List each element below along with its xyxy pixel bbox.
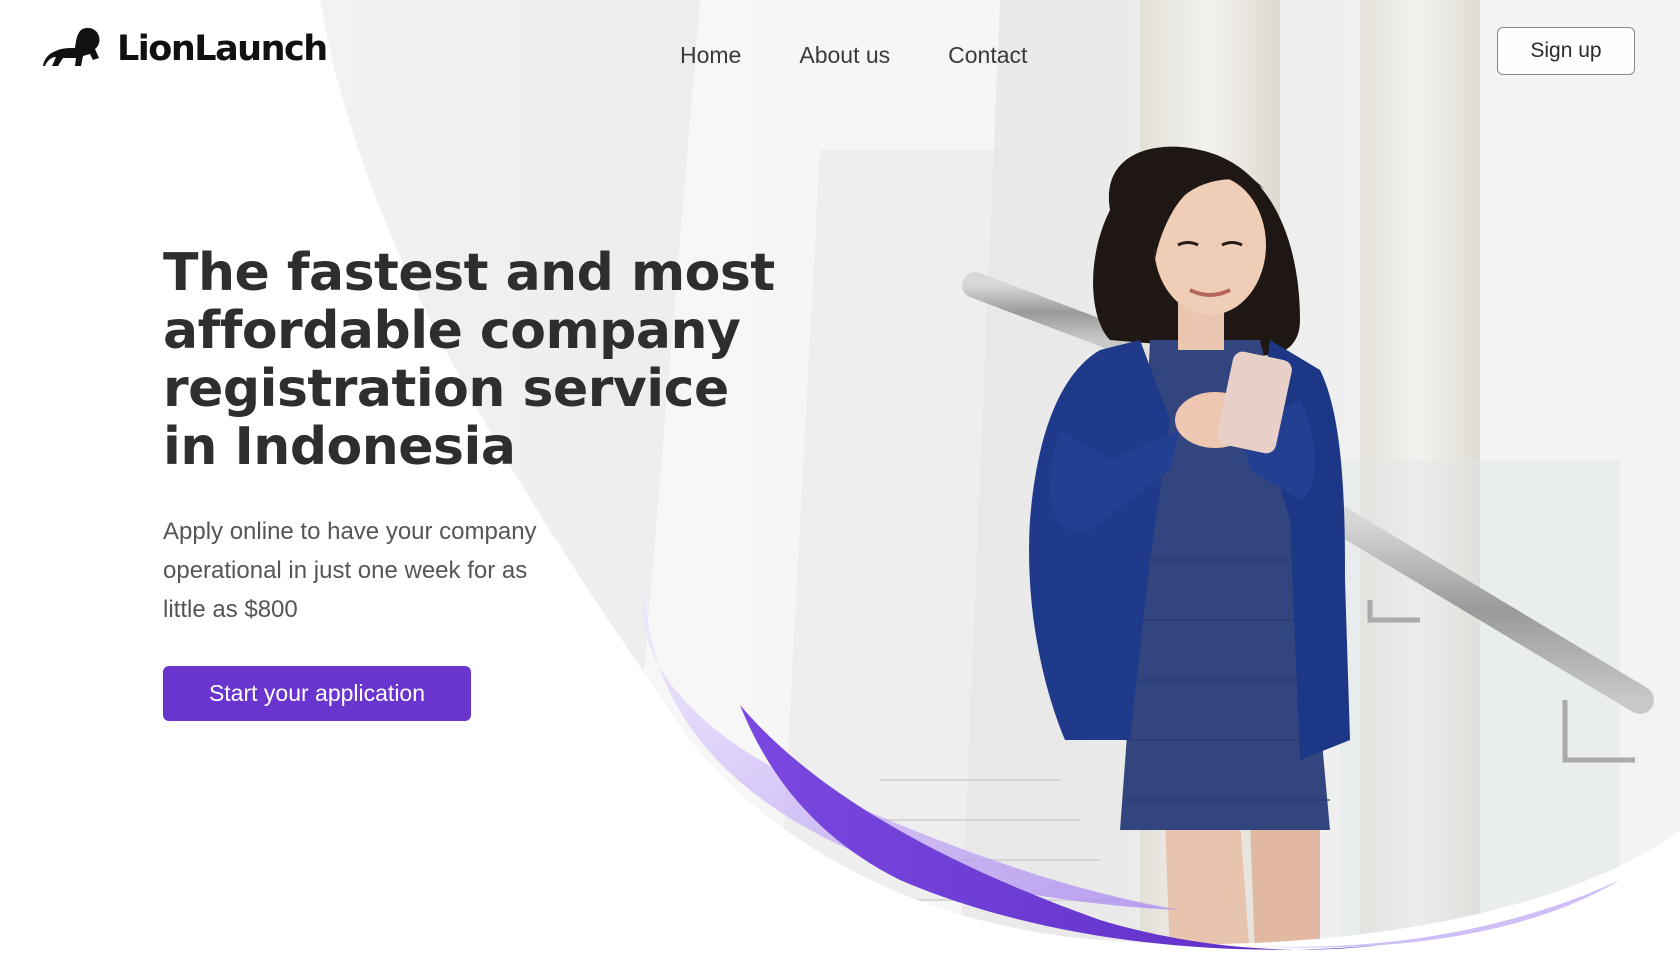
start-application-button[interactable]: Start your application (163, 666, 471, 721)
hero-title-line: registration service (163, 359, 729, 419)
nav-item-contact[interactable]: Contact (948, 40, 1027, 70)
hero-subtitle-line: little as $800 (163, 596, 298, 623)
site-header: LionLaunch Home About us Contact Sign up (0, 0, 1680, 110)
hero-subtitle-line: Apply online to have your company (163, 518, 537, 545)
hero-title: The fastest and most affordable company … (163, 244, 783, 476)
hero-title-line: in Indonesia (163, 417, 516, 477)
hero-title-line: affordable company (163, 301, 741, 361)
signup-button[interactable]: Sign up (1497, 27, 1635, 75)
nav-item-home[interactable]: Home (680, 40, 741, 70)
hero-title-line: The fastest and most (163, 243, 775, 303)
brand-name: LionLaunch (117, 28, 328, 69)
hero-subtitle: Apply online to have your company operat… (163, 512, 593, 629)
hero-image (0, 0, 1680, 960)
logo[interactable]: LionLaunch (43, 26, 328, 72)
main-nav: Home About us Contact (680, 40, 1027, 70)
lion-icon (43, 27, 100, 67)
hero-subtitle-line: operational in just one week for as (163, 557, 528, 584)
nav-item-about-us[interactable]: About us (799, 40, 890, 70)
